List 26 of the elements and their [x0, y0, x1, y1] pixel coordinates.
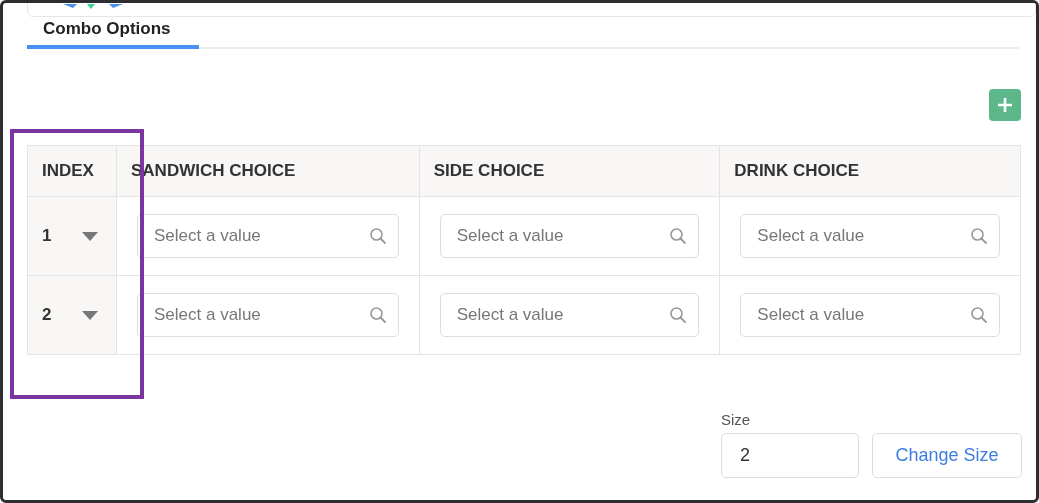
logo-icon	[63, 4, 123, 9]
caret-icon[interactable]	[82, 231, 98, 241]
search-icon	[669, 227, 688, 245]
column-header: SIDE CHOICE	[419, 145, 720, 197]
row-index: 1	[42, 226, 52, 246]
size-field[interactable]: 2	[721, 433, 859, 478]
column-header: DRINK CHOICE	[719, 145, 1021, 197]
row-index: 2	[42, 305, 52, 325]
search-icon	[970, 227, 988, 245]
select-field[interactable]: Select a value	[137, 293, 399, 337]
tab[interactable]: Combo Options	[27, 19, 199, 49]
select-field[interactable]: Select a value	[439, 214, 700, 258]
change-size-button[interactable]: Change Size	[872, 433, 1022, 478]
select-field[interactable]: Select a value	[740, 293, 1000, 337]
caret-icon[interactable]	[82, 310, 98, 320]
search-icon	[669, 306, 688, 324]
search-icon	[970, 306, 988, 324]
search-icon	[368, 227, 387, 245]
search-icon	[368, 306, 387, 324]
select-field[interactable]: Select a value	[740, 214, 1000, 258]
field-label: Size	[721, 411, 752, 428]
column-header: INDEX	[27, 145, 117, 197]
add-button[interactable]	[989, 89, 1021, 121]
plus-icon	[996, 96, 1014, 114]
select-field[interactable]: Select a value	[137, 214, 399, 258]
select-field[interactable]: Select a value	[439, 293, 700, 337]
